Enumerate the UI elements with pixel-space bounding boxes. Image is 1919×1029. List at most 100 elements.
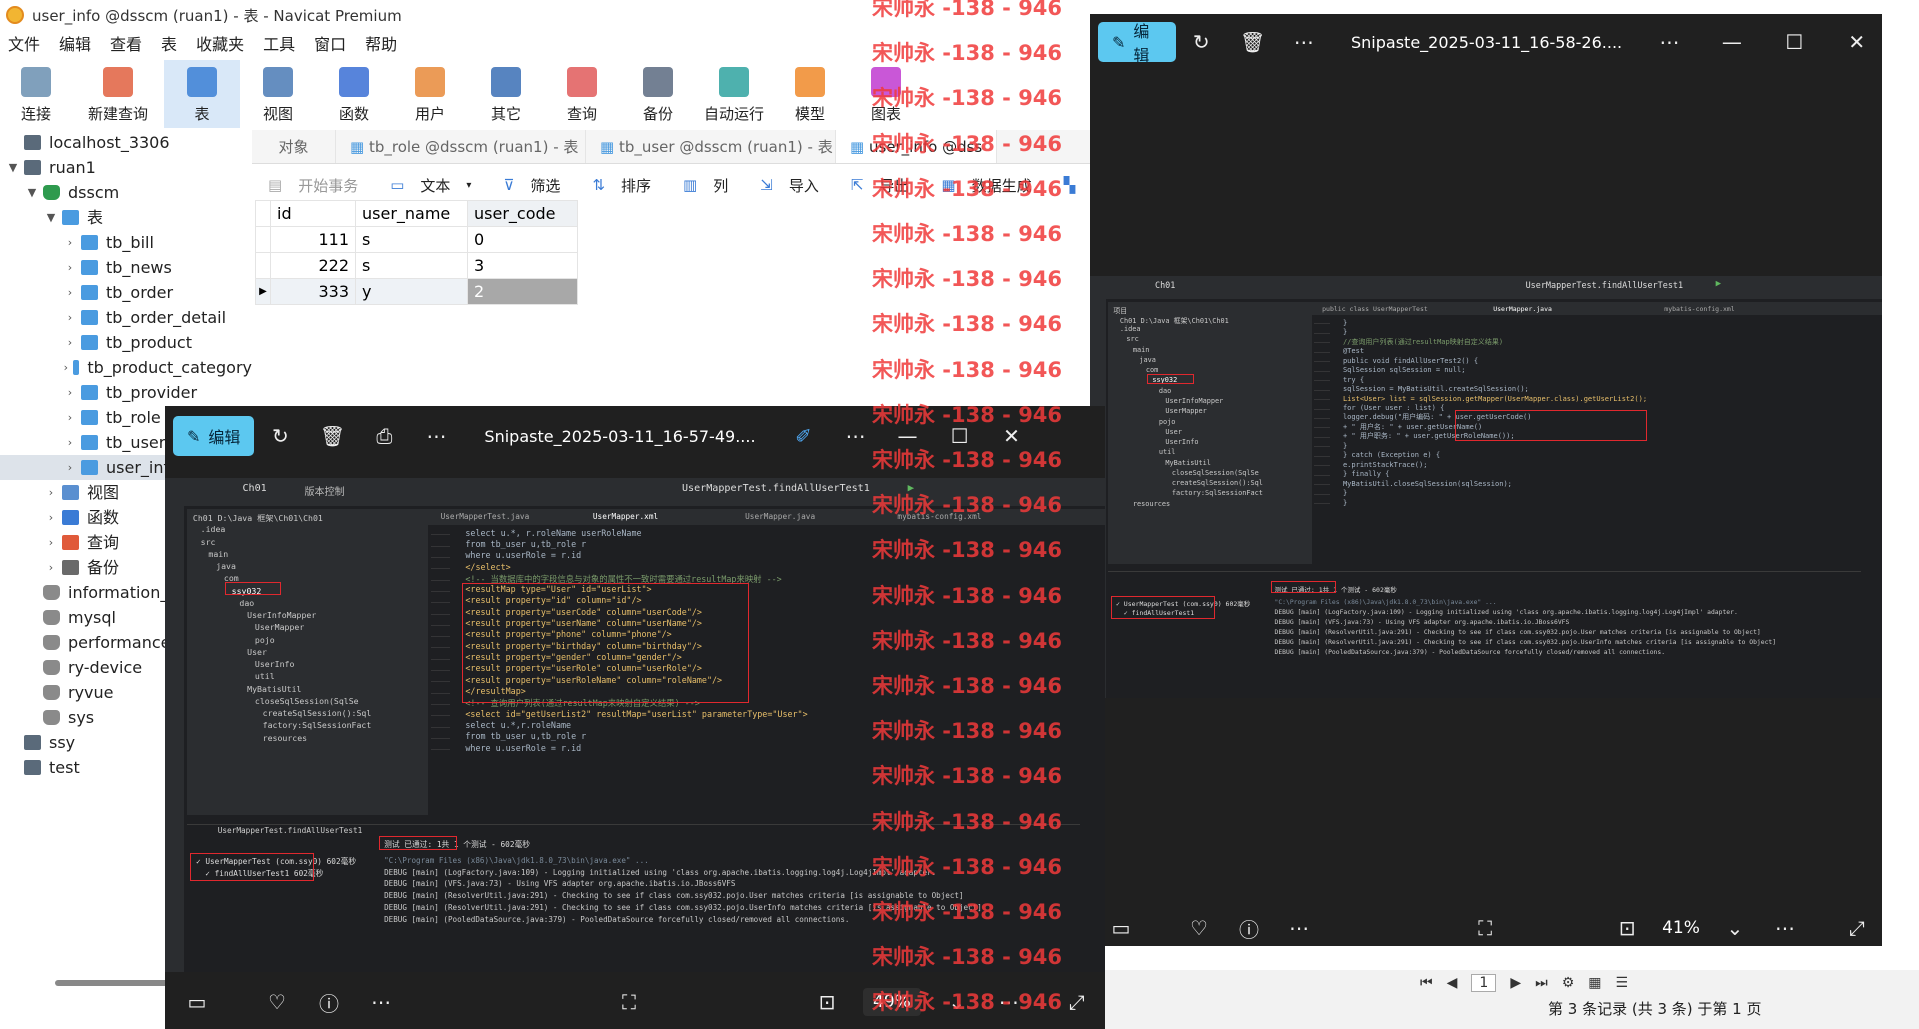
tree-node[interactable]: UserMapper xyxy=(1165,407,1206,415)
form-view-icon[interactable]: ☰ xyxy=(1616,975,1629,991)
first-page-icon[interactable]: ⏮ xyxy=(1420,975,1433,991)
tree-node[interactable]: .idea xyxy=(201,524,226,534)
tree-item[interactable]: › tb_product xyxy=(0,330,252,355)
tree-node[interactable]: UserMapper xyxy=(255,622,304,632)
favorite-heart-icon[interactable]: ♡ xyxy=(265,990,289,1014)
toolbar-columns-button[interactable]: ▥ 列 xyxy=(675,175,736,196)
tree-item[interactable]: › tb_news xyxy=(0,255,252,280)
tree-node[interactable]: UserInfoMapper xyxy=(247,610,316,620)
editor-tab[interactable]: UserMapper.java xyxy=(1493,305,1552,313)
expand-chevron-icon[interactable]: › xyxy=(63,330,77,355)
toolbar-sort-button[interactable]: ⇅ 排序 xyxy=(584,175,659,196)
tree-node[interactable]: 项目 xyxy=(1113,305,1127,315)
expand-chevron-icon[interactable]: ▼ xyxy=(44,205,58,230)
toolbar-import-button[interactable]: ⇲ 导入 xyxy=(752,175,827,196)
tree-node[interactable]: dao xyxy=(1159,387,1171,395)
tree-node[interactable]: UserInfoMapper xyxy=(1165,397,1223,405)
tree-item[interactable]: › tb_order xyxy=(0,280,252,305)
more-icon[interactable]: ⋯ xyxy=(1658,30,1680,54)
info-icon[interactable]: ⓘ xyxy=(317,990,341,1016)
tree-node[interactable]: main xyxy=(208,549,228,559)
toolbar-button-new-query[interactable]: 新建查询 xyxy=(72,60,164,128)
expand-chevron-icon[interactable]: › xyxy=(63,430,77,455)
toolbar-button-view[interactable]: 视图 xyxy=(240,60,316,128)
column-header[interactable]: user_name xyxy=(355,200,468,227)
editor-tab[interactable]: UserMapper.xml xyxy=(593,512,658,521)
expand-chevron-icon[interactable]: › xyxy=(63,380,77,405)
editor-tab[interactable]: UserMapperTest.java xyxy=(441,512,530,521)
annotate-icon[interactable]: ✐ xyxy=(792,424,816,448)
expand-chevron-icon[interactable]: ▼ xyxy=(6,155,20,180)
delete-icon[interactable]: 🗑 xyxy=(1240,30,1265,54)
editor-tab[interactable]: mybatis-config.xml xyxy=(1664,305,1734,313)
tree-node[interactable]: MyBatisUtil xyxy=(247,684,301,694)
filmstrip-icon[interactable]: ▭ xyxy=(185,990,209,1014)
tree-node[interactable]: resources xyxy=(1133,500,1170,508)
crop-icon[interactable]: ⛶ xyxy=(617,990,641,1014)
expand-chevron-icon[interactable]: ▼ xyxy=(25,180,39,205)
tree-item[interactable]: ▼ ruan1 xyxy=(0,155,252,180)
table-row[interactable]: 222 s 3 xyxy=(255,252,578,279)
settings-gear-icon[interactable]: ⚙ xyxy=(1562,975,1575,991)
menu-item[interactable]: 收藏夹 xyxy=(196,32,244,58)
minimize-icon[interactable]: — xyxy=(1721,30,1743,54)
menu-item[interactable]: 文件 xyxy=(8,32,40,58)
fullscreen-icon[interactable]: ⤢ xyxy=(1846,916,1868,940)
viewer-back-edit-button[interactable]: ✎ 编辑 xyxy=(1098,22,1177,65)
run-tab[interactable]: UserMapperTest.findAllUserTest1 xyxy=(218,826,363,835)
tree-node[interactable]: util xyxy=(255,671,275,681)
menu-item[interactable]: 编辑 xyxy=(59,32,91,58)
more-icon[interactable]: ⋯ xyxy=(424,424,448,448)
fit-screen-icon[interactable]: ⊡ xyxy=(815,990,839,1014)
tree-node[interactable]: pojo xyxy=(255,635,275,645)
next-page-icon[interactable]: ▶ xyxy=(1510,975,1521,991)
editor-tab[interactable]: ▦ tb_role @dsscm (ruan1) - 表 xyxy=(336,130,586,163)
expand-chevron-icon[interactable]: › xyxy=(63,280,77,305)
rotate-icon[interactable]: ↻ xyxy=(1190,30,1212,54)
tree-item[interactable]: localhost_3306 xyxy=(0,130,252,155)
tree-node[interactable]: src xyxy=(201,537,216,547)
expand-chevron-icon[interactable]: › xyxy=(63,405,77,430)
info-icon[interactable]: ⓘ xyxy=(1238,916,1260,942)
tree-item[interactable]: › tb_product_category xyxy=(0,355,252,380)
toolbar-filter-button[interactable]: ⊽ 筛选 xyxy=(495,175,568,196)
table-cell[interactable]: s xyxy=(355,226,468,253)
more-icon[interactable]: ⋯ xyxy=(369,990,393,1014)
table-cell[interactable]: 2 xyxy=(467,278,578,305)
tree-node[interactable]: dao xyxy=(239,598,254,608)
tree-node[interactable]: factory:SqlSessionFact xyxy=(1172,489,1263,497)
table-row[interactable]: ▶ 333 y 2 xyxy=(255,278,578,305)
table-cell[interactable]: 333 xyxy=(270,278,356,305)
tree-node[interactable]: java xyxy=(216,561,236,571)
toolbar-button-table[interactable]: 表 xyxy=(164,60,240,128)
tree-node[interactable]: Ch01 D:\Java 框架\Ch01\Ch01 xyxy=(1120,315,1229,325)
tree-node[interactable]: main xyxy=(1133,346,1150,354)
menu-item[interactable]: 查看 xyxy=(110,32,142,58)
table-cell[interactable]: 0 xyxy=(467,226,578,253)
expand-chevron-icon[interactable]: › xyxy=(44,505,58,530)
close-icon[interactable]: ✕ xyxy=(1846,30,1868,54)
table-cell[interactable]: 3 xyxy=(467,252,578,279)
more-icon[interactable]: ⋯ xyxy=(844,424,868,448)
toolbar-button-automation[interactable]: 自动运行 xyxy=(696,60,772,128)
tree-node[interactable]: createSqlSession():Sql xyxy=(1172,479,1263,487)
viewer-front-edit-button[interactable]: ✎ 编辑 xyxy=(173,416,255,456)
tree-node[interactable]: MyBatisUtil xyxy=(1165,459,1211,467)
toolbar-button-user[interactable]: 用户 xyxy=(392,60,468,128)
tree-item[interactable]: › tb_provider xyxy=(0,380,252,405)
run-icon[interactable]: ▶ xyxy=(1716,279,1721,289)
toolbar-button-plug[interactable]: 连接 xyxy=(0,60,72,128)
tree-node[interactable]: pojo xyxy=(1159,418,1176,426)
print-icon[interactable]: ⎙ xyxy=(372,424,396,448)
editor-tab[interactable]: 对象 xyxy=(252,130,336,163)
tree-item[interactable]: › tb_bill xyxy=(0,230,252,255)
expand-chevron-icon[interactable]: › xyxy=(63,455,77,480)
expand-chevron-icon[interactable]: › xyxy=(63,230,77,255)
tree-node[interactable]: src xyxy=(1126,335,1138,343)
fit-screen-icon[interactable]: ⊡ xyxy=(1616,916,1638,940)
toolbar-button-model[interactable]: 模型 xyxy=(772,60,848,128)
tree-node[interactable]: java xyxy=(1139,356,1156,364)
rotate-icon[interactable]: ↻ xyxy=(268,424,292,448)
toolbar-transaction-button[interactable]: ▤ 开始事务 xyxy=(260,175,366,196)
tree-node[interactable]: User xyxy=(1165,428,1182,436)
